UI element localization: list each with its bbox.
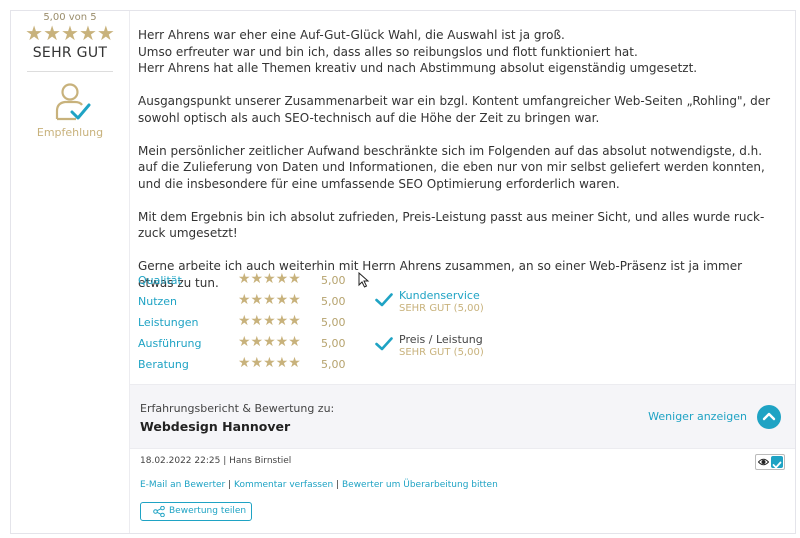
- checkmark-icon: [375, 337, 393, 351]
- review-card: 5,00 von 5 ★★★★★ SEHR GUT Empfehlung Her…: [10, 10, 796, 534]
- rating-summary: 5,00 von 5 ★★★★★ SEHR GUT Empfehlung: [11, 11, 130, 533]
- rating-label: Qualität: [138, 274, 182, 287]
- check-title: Kundenservice: [399, 289, 480, 302]
- rating-value: 5,00: [321, 337, 346, 350]
- rating-row: Ausführung ★★★★★ 5,00: [138, 334, 358, 357]
- rating-value: 5,00: [321, 358, 346, 371]
- checkbox-check-icon: [772, 461, 782, 469]
- rating-value: 5,00: [321, 295, 346, 308]
- rating-value: 5,00: [321, 316, 346, 329]
- eye-icon[interactable]: [758, 457, 769, 467]
- review-paragraph: Herr Ahrens war eher eine Auf-Gut-Glück …: [138, 28, 698, 75]
- rating-label: Nutzen: [138, 295, 178, 308]
- rating-stars: ★★★★★: [238, 355, 301, 371]
- rating-label: Ausführung: [138, 337, 202, 350]
- category-ratings: Qualität ★★★★★ 5,00 Nutzen ★★★★★ 5,00 Le…: [138, 271, 358, 378]
- rating-stars: ★★★★★: [238, 313, 301, 329]
- verdict-label: SEHR GUT: [32, 45, 108, 61]
- review-main: Herr Ahrens war eher eine Auf-Gut-Glück …: [130, 11, 795, 533]
- rating-stars: ★★★★★: [238, 334, 301, 350]
- review-text: Herr Ahrens war eher eine Auf-Gut-Glück …: [138, 27, 778, 308]
- divider: [27, 71, 113, 72]
- overall-stars: ★★★★★: [25, 21, 115, 45]
- share-icon: [153, 506, 165, 517]
- link-separator: |: [333, 480, 342, 490]
- context-subtitle: Erfahrungsbericht & Bewertung zu:: [140, 402, 335, 415]
- rating-stars: ★★★★★: [238, 271, 301, 287]
- share-review-button[interactable]: Bewertung teilen: [140, 502, 252, 521]
- checkmark-icon: [375, 293, 393, 307]
- review-context-bar: Erfahrungsbericht & Bewertung zu: Webdes…: [130, 384, 795, 449]
- review-paragraph: Mein persönlicher zeitlicher Aufwand bes…: [138, 143, 765, 191]
- link-separator: |: [225, 480, 234, 490]
- visibility-controls: [755, 454, 785, 470]
- chevron-up-icon: [762, 412, 776, 421]
- show-less-button[interactable]: [757, 405, 781, 429]
- recommendation-user-check-icon: [55, 83, 91, 121]
- rating-label: Leistungen: [138, 316, 199, 329]
- request-revision-link[interactable]: Bewerter um Überarbeitung bitten: [342, 480, 498, 490]
- show-less-toggle[interactable]: Weniger anzeigen: [648, 405, 781, 429]
- rating-stars: ★★★★★: [238, 292, 301, 308]
- mouse-cursor-icon: [358, 272, 370, 288]
- rating-label: Beratung: [138, 358, 189, 371]
- rating-row: Beratung ★★★★★ 5,00: [138, 355, 358, 378]
- show-less-label[interactable]: Weniger anzeigen: [648, 410, 747, 423]
- check-subtitle: SEHR GUT (5,00): [399, 303, 484, 314]
- share-review-label[interactable]: Bewertung teilen: [169, 506, 246, 516]
- review-paragraph: Mit dem Ergebnis bin ich absolut zufried…: [138, 209, 765, 241]
- context-title[interactable]: Webdesign Hannover: [140, 419, 290, 434]
- approved-checkbox[interactable]: [771, 456, 783, 469]
- email-reviewer-link[interactable]: E-Mail an Bewerter: [140, 480, 225, 490]
- rating-row: Nutzen ★★★★★ 5,00: [138, 292, 358, 315]
- check-title: Preis / Leistung: [399, 333, 483, 346]
- review-meta: 18.02.2022 22:25 | Hans Birnstiel: [140, 456, 292, 466]
- check-subtitle: SEHR GUT (5,00): [399, 347, 484, 358]
- rating-row: Qualität ★★★★★ 5,00: [138, 271, 358, 294]
- rating-row: Leistungen ★★★★★ 5,00: [138, 313, 358, 336]
- write-comment-link[interactable]: Kommentar verfassen: [234, 480, 333, 490]
- recommendation-label: Empfehlung: [36, 126, 104, 139]
- rating-value: 5,00: [321, 274, 346, 287]
- review-paragraph: Ausgangspunkt unserer Zusammenarbeit war…: [138, 94, 771, 125]
- action-links: E-Mail an Bewerter | Kommentar verfassen…: [140, 480, 498, 490]
